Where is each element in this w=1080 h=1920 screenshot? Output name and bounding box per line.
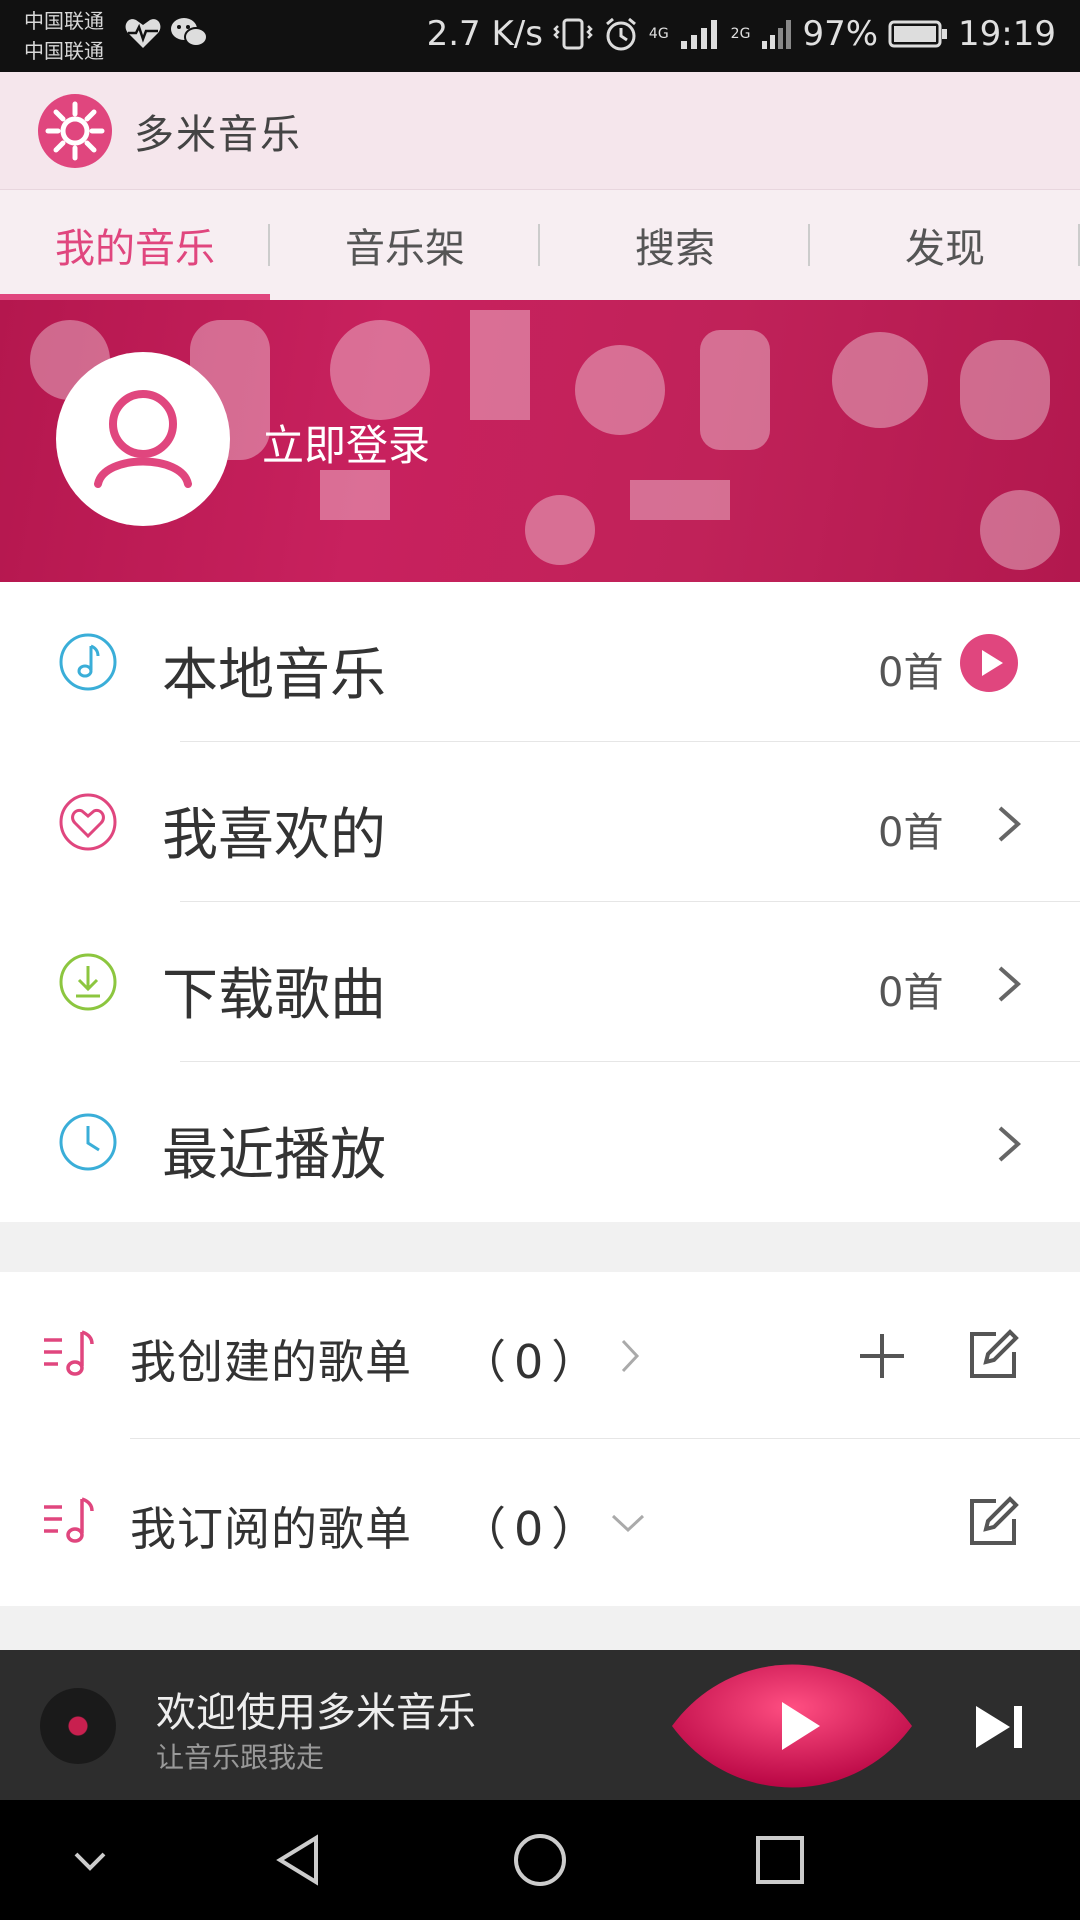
clock-time: 19:19 [958,14,1056,54]
playlist-subscribed[interactable]: 我订阅的歌单 （0） [0,1439,1080,1605]
status-bar: 中国联通 中国联通 2.7 K/s 4G 2G 97% 19:19 [0,0,1080,72]
menu-item-label: 我喜欢的 [162,803,386,868]
clock-icon [59,1113,117,1171]
vibrate-icon [553,18,593,50]
back-icon[interactable] [270,1830,330,1890]
login-button[interactable]: 立即登录 [262,412,430,473]
tab-label: 我的音乐 [55,226,215,272]
system-nav-bar [0,1800,1080,1920]
app-title: 多米音乐 [134,112,302,158]
carrier-2: 中国联通 [24,39,104,63]
menu-item-favorites[interactable]: 我喜欢的 0首 [0,742,1080,902]
playlist-section: 我创建的歌单 （0） 我订阅的歌单 （0） [0,1272,1080,1606]
tab-my-music[interactable]: 我的音乐 [0,190,270,300]
menu-item-recent[interactable]: 最近播放 [0,1062,1080,1222]
carrier-labels: 中国联通 中国联通 [24,6,104,66]
tab-label: 搜索 [635,226,715,272]
tab-label: 发现 [905,226,985,272]
app-header: 多米音乐 [0,72,1080,190]
playlist-label: 我创建的歌单 [130,1335,412,1389]
song-count: 0首 [878,810,944,856]
playlist-label: 我订阅的歌单 [130,1502,412,1556]
alarm-icon [605,17,636,51]
playlist-created[interactable]: 我创建的歌单 （0） [0,1272,1080,1438]
now-playing-title: 欢迎使用多米音乐 [156,1690,476,1736]
edit-icon[interactable] [966,1328,1020,1382]
signal-bars-2-icon [762,20,792,49]
playlist-icon [44,1330,94,1376]
tab-label: 音乐架 [345,226,465,272]
avatar[interactable] [56,352,230,526]
heart-icon [59,793,117,851]
signal-4g-label: 4G [649,27,669,41]
tab-bar: 我的音乐 音乐架 搜索 发现 [0,190,1080,300]
home-icon[interactable] [510,1830,570,1890]
wechat-icon [171,18,208,47]
chevron-right-icon [998,966,1022,1002]
play-icon[interactable] [960,634,1018,692]
play-pause-button[interactable] [672,1662,912,1790]
net-speed: 2.7 K/s [426,14,543,54]
menu-item-label: 下载歌曲 [162,963,386,1028]
song-count: 0首 [878,650,944,696]
user-icon [94,390,192,488]
music-menu: 本地音乐 0首 我喜欢的 0首 下载歌曲 0首 最近播放 [0,582,1080,1222]
menu-item-label: 本地音乐 [162,643,386,708]
now-playing-subtitle: 让音乐跟我走 [156,1741,325,1774]
playlist-icon [44,1497,94,1543]
chevron-down-icon[interactable] [610,1513,646,1533]
tab-search[interactable]: 搜索 [540,190,810,300]
download-icon [59,953,117,1011]
battery-percent: 97% [802,14,879,54]
tab-music-shelf[interactable]: 音乐架 [270,190,540,300]
mini-player: 欢迎使用多米音乐 让音乐跟我走 [0,1650,1080,1800]
add-icon[interactable] [858,1332,906,1380]
song-count: 0首 [878,970,944,1016]
chevron-right-icon [998,1126,1022,1162]
health-icon [125,19,161,48]
menu-item-downloads[interactable]: 下载歌曲 0首 [0,902,1080,1062]
signal-2g-text: 2G [730,26,751,42]
signal-bars-icon [680,20,717,49]
playlist-count: （0） [460,1335,606,1389]
chevron-right-icon [998,806,1022,842]
menu-item-label: 最近播放 [162,1123,386,1188]
music-note-icon [59,633,117,691]
signal-4g-text: 4G [648,26,669,42]
playlist-count: （0） [460,1502,606,1556]
edit-icon[interactable] [966,1495,1020,1549]
recents-icon[interactable] [750,1830,810,1890]
profile-banner: 立即登录 [0,300,1080,582]
battery-icon [888,20,948,48]
collapse-icon[interactable] [60,1830,120,1890]
tab-discover[interactable]: 发现 [810,190,1080,300]
app-logo-icon [38,94,112,168]
next-track-icon[interactable] [974,1702,1026,1752]
album-disc-icon[interactable] [40,1688,116,1764]
carrier-1: 中国联通 [24,9,104,33]
menu-item-local-music[interactable]: 本地音乐 0首 [0,582,1080,742]
chevron-right-icon[interactable] [620,1338,640,1374]
